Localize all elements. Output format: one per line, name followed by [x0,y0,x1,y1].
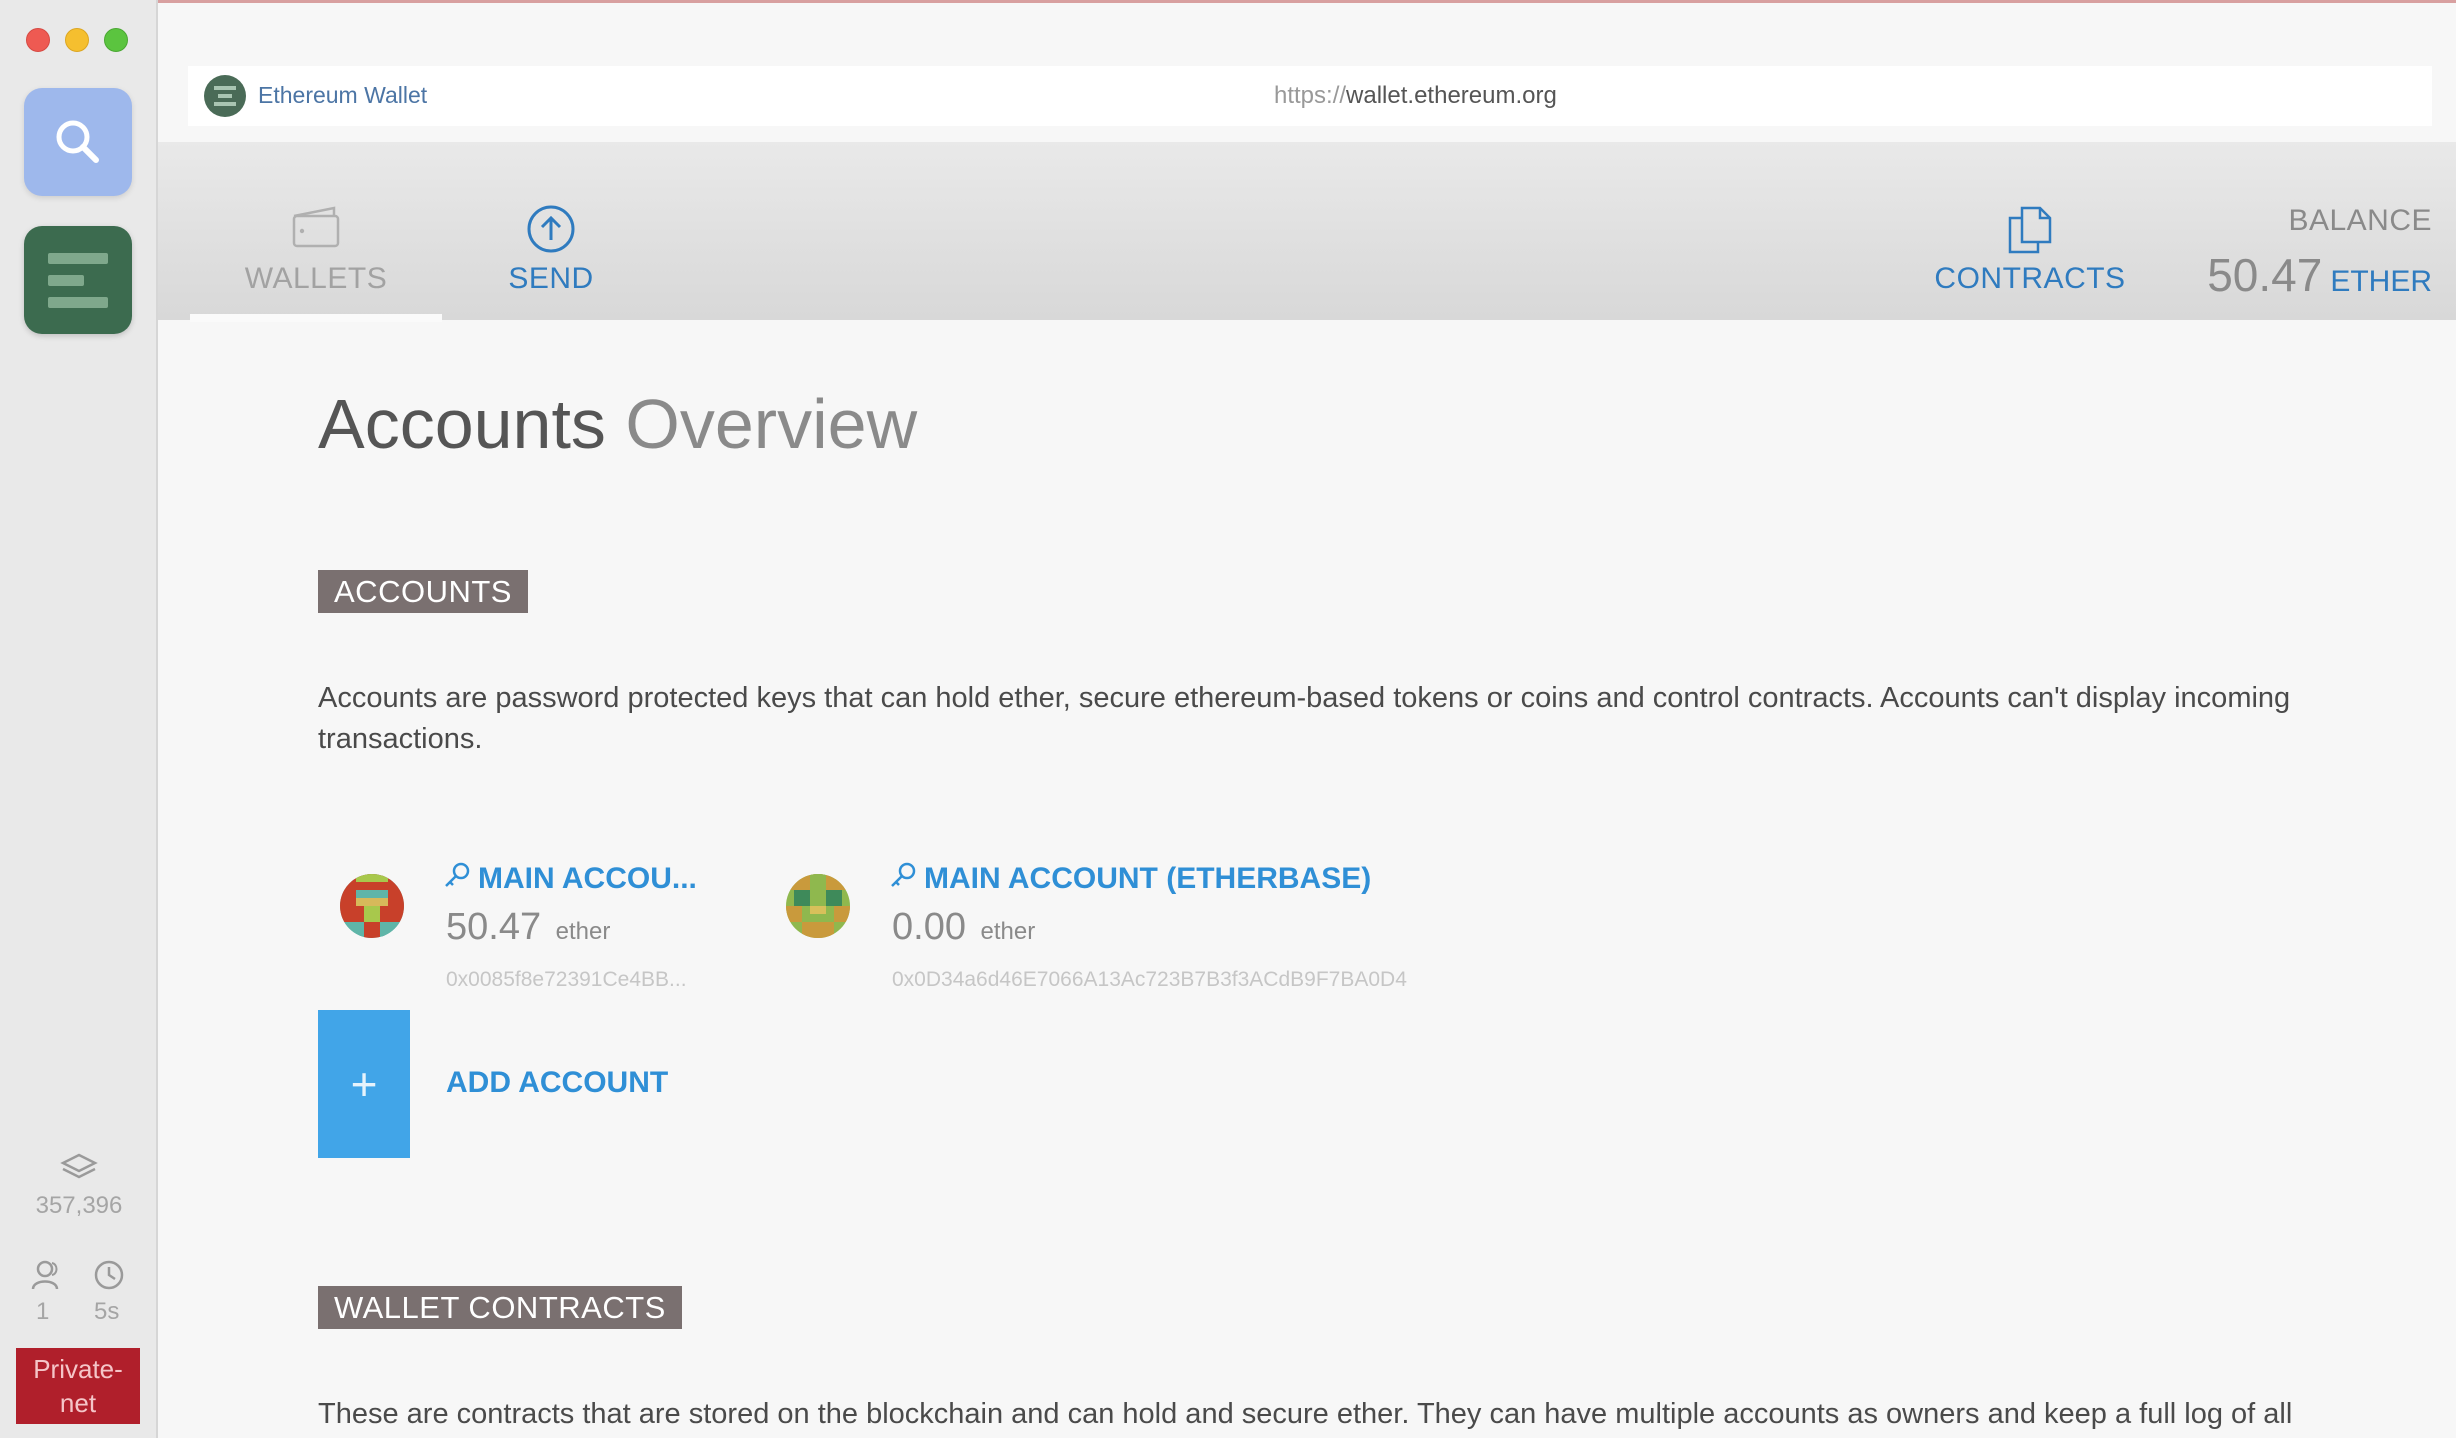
peer-count: 1 [36,1298,50,1325]
sidebar: 357,396 1 5s Private-net [0,0,158,1438]
search-app-button[interactable] [24,88,132,196]
balance-value: 50.47 ETHER [2207,248,2432,302]
send-arrow-up-icon [527,205,575,253]
close-window-button[interactable] [26,28,50,52]
account-card[interactable]: MAIN ACCOU... 50.47 ether 0x0085f8e72391… [318,840,738,991]
balance-unit: ETHER [2330,265,2432,298]
account-name-text: MAIN ACCOUNT (ETHERBASE) [924,862,1372,895]
url-bar[interactable]: Ethereum Wallet https://wallet.ethereum.… [188,66,2432,126]
clock-icon [92,1258,126,1299]
account-card[interactable]: MAIN ACCOUNT (ETHERBASE) 0.00 ether 0x0D… [764,840,1484,991]
minimize-window-button[interactable] [65,28,89,52]
account-address: 0x0D34a6d46E7066A13Ac723B7B3f3ACdB9F7BA0… [892,968,1407,991]
wallet-icon [292,206,340,248]
tab-contracts-label: CONTRACTS [1934,262,2126,295]
key-icon [891,862,916,887]
top-navigation: WALLETS SEND CONTRACTS BALANCE 50.47 ETHE… [158,142,2456,322]
tab-send[interactable]: SEND [476,142,626,320]
ethereum-wallet-app-button[interactable] [24,226,132,334]
search-icon [56,120,99,163]
layers-icon [60,1152,98,1191]
account-balance-unit: ether [980,918,1036,945]
contracts-document-icon [2008,206,2052,254]
account-name-text: MAIN ACCOU... [478,862,697,895]
account-identicon [786,874,850,938]
accounts-section-heading: ACCOUNTS [318,570,528,613]
account-balance-amount: 50.47 [446,906,542,948]
peers-icon [30,1258,64,1299]
add-account-link[interactable]: ADD ACCOUNT [446,1066,668,1100]
tab-contracts[interactable]: CONTRACTS [1920,142,2140,320]
account-name: MAIN ACCOUNT (ETHERBASE) [888,860,1371,896]
wallet-contracts-description: These are contracts that are stored on t… [318,1398,2293,1430]
zoom-window-button[interactable] [104,28,128,52]
block-count: 357,396 [35,1192,123,1219]
page-title-light: Overview [625,385,918,463]
balance-amount: 50.47 [2207,249,2323,301]
tab-send-label: SEND [508,262,594,295]
account-name: MAIN ACCOU... [442,860,697,896]
account-balance-amount: 0.00 [892,906,966,948]
wallet-contracts-section-heading: WALLET CONTRACTS [318,1286,682,1329]
tab-wallets[interactable]: WALLETS [190,142,442,322]
accounts-description: Accounts are password protected keys tha… [318,682,2291,755]
window-top-edge [0,0,2456,3]
url-scheme: https:// [1274,82,1347,109]
page-title: Accounts Overview [318,384,917,464]
ethereum-wallet-logo-icon [204,75,246,117]
add-account-button[interactable]: + [318,1010,410,1158]
ethereum-wallet-icon [48,252,108,308]
tab-wallets-label: WALLETS [244,262,388,295]
url-host: wallet.ethereum.org [1346,82,1557,109]
balance-label: BALANCE [2288,204,2432,237]
network-badge: Private-net [16,1348,140,1424]
account-balance: 0.00 ether [892,906,1035,949]
account-address: 0x0085f8e72391Ce4BB... [446,968,687,991]
last-block-time: 5s [94,1298,120,1325]
active-tab-indicator [190,314,442,322]
app-title: Ethereum Wallet [258,82,428,108]
account-identicon [340,874,404,938]
url-address[interactable]: https://wallet.ethereum.org [1274,82,1557,110]
page-title-bold: Accounts [318,385,606,463]
account-balance: 50.47 ether [446,906,610,949]
account-balance-unit: ether [555,918,611,945]
key-icon [445,862,470,887]
